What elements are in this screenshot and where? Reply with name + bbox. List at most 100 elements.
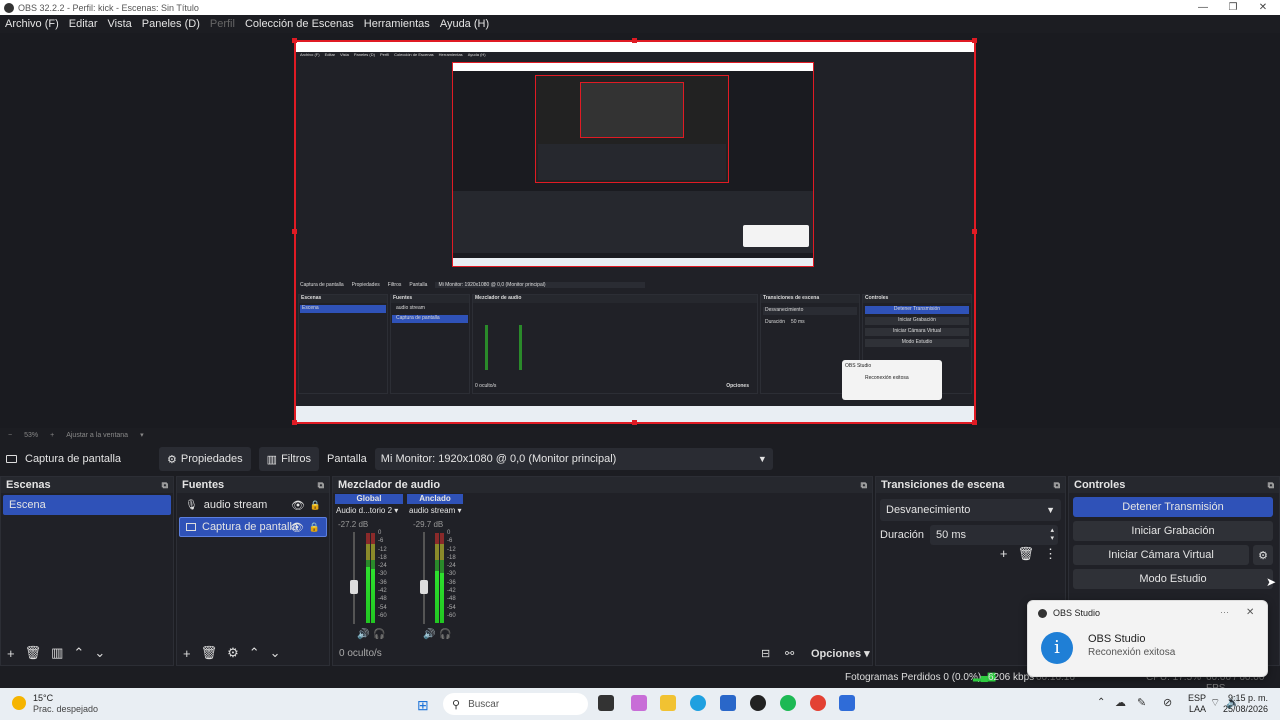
zoom-out-button[interactable]: − (8, 432, 12, 439)
speaker-icon[interactable]: 🔊 (357, 629, 369, 640)
menu-profile[interactable]: Perfil (210, 18, 235, 30)
chrome-icon[interactable] (810, 695, 826, 711)
undock-icon[interactable]: ⧉ (1268, 480, 1274, 491)
language-top[interactable]: ESP (1188, 693, 1206, 703)
add-icon[interactable]: + (1000, 546, 1008, 562)
layout-icon[interactable]: ⊟ (761, 647, 770, 660)
menu-edit[interactable]: Editar (69, 18, 98, 30)
zoom-in-button[interactable]: + (50, 432, 54, 439)
tray-icon[interactable]: ☁ (1115, 696, 1126, 709)
undock-icon[interactable]: ⧉ (318, 480, 324, 491)
scene-item[interactable]: Escena (3, 495, 171, 515)
zoom-menu-arrow[interactable]: ▾ (140, 431, 144, 439)
language-bottom[interactable]: LAA (1189, 704, 1206, 714)
windows-start-icon[interactable]: ⊞ (417, 697, 429, 714)
lock-icon[interactable]: 🔒 (310, 500, 321, 511)
undock-icon[interactable]: ⧉ (861, 480, 867, 491)
menu-file[interactable]: Archivo (F) (5, 18, 59, 30)
volume-slider-handle[interactable] (420, 580, 428, 594)
maximize-button[interactable]: ❐ (1218, 0, 1248, 15)
start-virtual-camera-button[interactable]: Iniciar Cámara Virtual (1073, 545, 1249, 565)
menu-view[interactable]: Vista (108, 18, 132, 30)
options-button[interactable]: Opciones ▾ (811, 647, 870, 660)
close-icon[interactable]: ✕ (1246, 607, 1254, 618)
menu-scene-collection[interactable]: Colección de Escenas (245, 18, 354, 30)
file-explorer-icon[interactable] (660, 695, 676, 711)
volume-slider-track[interactable] (353, 532, 355, 624)
fit-to-window-button[interactable]: Ajustar a la ventana (66, 432, 128, 439)
nested-menu-item: Paneles (D) (353, 52, 375, 57)
clock-date[interactable]: 25/08/2026 (1223, 704, 1268, 714)
resize-handle[interactable] (972, 38, 977, 43)
more-vertical-icon[interactable]: ⋮ (1044, 546, 1057, 562)
display-select[interactable]: Mi Monitor: 1920x1080 @ 0,0 (Monitor pri… (374, 448, 773, 470)
source-item[interactable]: 🎙 audio stream 👁 🔒 (179, 495, 327, 515)
chevron-up-icon[interactable]: ⌃ (249, 645, 260, 661)
weather-desc[interactable]: Prac. despejado (33, 704, 98, 714)
chevron-up-icon[interactable]: ⌃ (1097, 697, 1105, 708)
chevron-down-icon[interactable]: ⌄ (270, 645, 281, 661)
spin-arrows-icon[interactable]: ▴ ▾ (1051, 527, 1055, 543)
menu-help[interactable]: Ayuda (H) (440, 18, 489, 30)
copilot-icon[interactable] (631, 695, 647, 711)
duration-spinbox[interactable]: 50 ms ▴ ▾ (930, 525, 1059, 545)
close-button[interactable]: ✕ (1248, 0, 1278, 15)
menu-tools[interactable]: Herramientas (364, 18, 430, 30)
clock-time[interactable]: 9:15 p. m. (1228, 693, 1268, 703)
resize-handle[interactable] (292, 229, 297, 234)
link-icon[interactable]: ⚯ (785, 647, 794, 660)
eye-icon[interactable]: 👁 (290, 521, 304, 534)
gear-icon[interactable]: ⚙ (227, 645, 239, 661)
resize-handle[interactable] (292, 420, 297, 425)
chevron-up-icon[interactable]: ⌃ (73, 645, 84, 661)
screen-capture-preview[interactable]: Archivo (F) Editar Vista Paneles (D) Per… (294, 40, 976, 424)
minimize-button[interactable]: — (1188, 0, 1218, 15)
resize-handle[interactable] (632, 420, 637, 425)
filter-icon[interactable]: ▥ (51, 645, 63, 661)
channel-name[interactable]: audio stream ▾ (409, 506, 469, 515)
tray-icon[interactable]: ✎ (1137, 696, 1146, 709)
virtual-camera-settings-button[interactable]: ⚙ (1253, 545, 1273, 565)
filters-button[interactable]: ▥ Filtros (258, 447, 320, 471)
undock-icon[interactable]: ⧉ (162, 480, 168, 491)
source-item[interactable]: Captura de pantalla 👁 🔒 (179, 517, 327, 537)
app-icon[interactable] (839, 695, 855, 711)
volume-slider-handle[interactable] (350, 580, 358, 594)
headphones-icon[interactable]: 🎧 (373, 629, 385, 640)
undock-icon[interactable]: ⧉ (1054, 480, 1060, 491)
menu-docks[interactable]: Paneles (D) (142, 18, 200, 30)
lock-icon[interactable]: 🔒 (309, 522, 320, 533)
eye-icon[interactable]: 👁 (291, 499, 305, 512)
add-icon[interactable]: + (183, 646, 191, 661)
studio-mode-button[interactable]: Modo Estudio (1073, 569, 1273, 589)
properties-button[interactable]: ⚙ Propiedades (159, 447, 251, 471)
stop-stream-button[interactable]: Detener Transmisión (1073, 497, 1273, 517)
volume-slider-track[interactable] (423, 532, 425, 624)
trash-icon[interactable]: 🗑 (201, 645, 218, 661)
resize-handle[interactable] (632, 38, 637, 43)
tray-icon[interactable]: ⊘ (1163, 696, 1172, 709)
add-icon[interactable]: + (7, 646, 15, 661)
transition-select[interactable]: Desvanecimiento ▼ (880, 499, 1061, 521)
start-recording-button[interactable]: Iniciar Grabación (1073, 521, 1273, 541)
resize-handle[interactable] (292, 38, 297, 43)
weather-temp[interactable]: 15°C (33, 693, 53, 703)
notification-toast[interactable]: OBS Studio ··· ✕ i OBS Studio Reconexión… (1027, 600, 1268, 677)
wifi-icon[interactable]: ⌔ (1210, 696, 1220, 710)
weather-sun-icon[interactable] (12, 696, 26, 710)
trash-icon[interactable]: 🗑 (1017, 546, 1034, 562)
channel-name[interactable]: Audio d...torio 2 ▾ (336, 506, 404, 515)
speaker-icon[interactable]: 🔊 (423, 629, 435, 640)
store-icon[interactable] (720, 695, 736, 711)
headphones-icon[interactable]: 🎧 (439, 629, 451, 640)
trash-icon[interactable]: 🗑 (25, 645, 42, 661)
resize-handle[interactable] (972, 229, 977, 234)
more-icon[interactable]: ··· (1220, 607, 1229, 617)
resize-handle[interactable] (972, 420, 977, 425)
chevron-down-icon[interactable]: ⌄ (94, 645, 105, 661)
task-view-icon[interactable] (598, 695, 614, 711)
spotify-icon[interactable] (780, 695, 796, 711)
taskbar-search[interactable]: ⚲ Buscar (443, 693, 588, 715)
edge-icon[interactable] (690, 695, 706, 711)
obs-taskbar-icon[interactable] (750, 695, 766, 711)
